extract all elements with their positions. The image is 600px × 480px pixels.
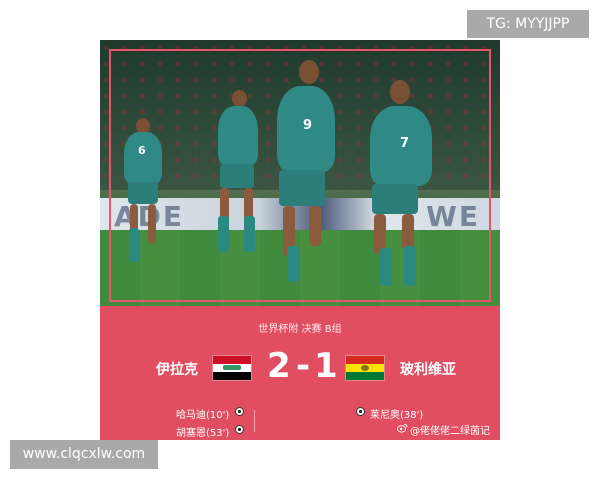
home-team-name: 伊拉克: [156, 362, 198, 378]
home-score: 2: [267, 346, 291, 386]
away-team-name: 玻利维亚: [400, 362, 456, 378]
watermark-top: TG: MYYJJPP: [467, 10, 589, 38]
score-panel: 世界杯附 决赛 B组 伊拉克 2 - 1 玻利维亚 哈马迪(10') 胡塞恩(5…: [100, 306, 500, 440]
match-card: ADE WE 6 9: [100, 40, 500, 440]
goal-ball-icon: [356, 407, 365, 416]
credit-text: @佬佬佬二绿茵记: [410, 426, 490, 437]
away-scorer: 莱尼奥(38'): [370, 410, 424, 421]
watermark-bottom: www.clqcxlw.com: [10, 440, 158, 469]
home-scorer: 胡塞恩(53'): [176, 428, 230, 439]
bolivia-flag-icon: [346, 356, 384, 380]
weibo-icon: [397, 423, 408, 433]
home-scorer: 哈马迪(10'): [176, 410, 230, 421]
timeline-line: [254, 410, 255, 432]
score-separator: -: [296, 346, 311, 386]
iraq-flag-icon: [213, 356, 251, 380]
match-stage: 世界杯附 决赛 B组: [258, 324, 342, 335]
celebration-photo: ADE WE 6 9: [100, 40, 500, 306]
away-score: 1: [314, 346, 338, 386]
goal-ball-icon: [235, 407, 244, 416]
goal-ball-icon: [235, 425, 244, 434]
photo-frame-border: [109, 49, 491, 302]
